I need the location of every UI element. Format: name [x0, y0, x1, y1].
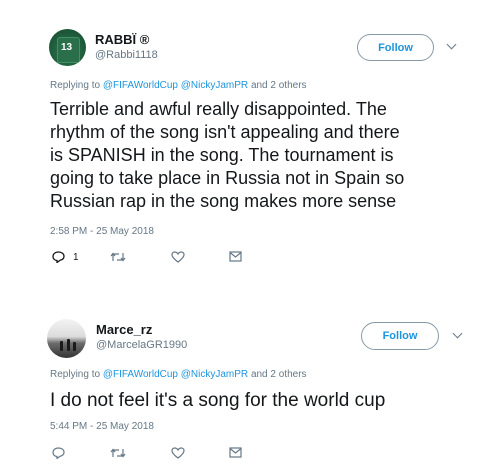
chevron-down-icon[interactable]	[446, 39, 457, 50]
retweet-icon[interactable]	[110, 447, 126, 459]
display-name[interactable]: RABBÏ ®	[95, 32, 149, 47]
tweet-text-line: Terrible and awful really disappointed. …	[50, 99, 387, 119]
mention-link[interactable]: @NickyJamPR	[181, 80, 248, 91]
retweet-icon[interactable]	[110, 251, 126, 263]
avatar[interactable]	[47, 319, 86, 358]
mention-link[interactable]: @FIFAWorldCup	[103, 369, 178, 380]
tweet-text-line: Russian rap in the song makes more sense	[50, 191, 397, 211]
like-icon[interactable]	[171, 251, 185, 263]
follow-button[interactable]: Follow	[361, 322, 439, 350]
tweet-text-line: going to take place in Russia not in Spa…	[50, 168, 405, 188]
follow-button[interactable]: Follow	[357, 34, 434, 61]
message-icon[interactable]	[229, 447, 242, 458]
reply-count: 1	[73, 252, 79, 263]
tweet-text-line: rhythm of the song isn't appealing and t…	[50, 122, 400, 142]
replying-to: Replying to @FIFAWorldCup @NickyJamPR an…	[50, 369, 307, 380]
reply-icon[interactable]	[52, 251, 65, 263]
avatar[interactable]: 13	[49, 29, 86, 66]
username[interactable]: @Rabbi1118	[95, 49, 158, 61]
jersey-number: 13	[61, 42, 73, 53]
reply-icon[interactable]	[52, 447, 65, 459]
username[interactable]: @MarcelaGR1990	[96, 339, 187, 351]
chevron-down-icon[interactable]	[452, 328, 463, 339]
replying-to: Replying to @FIFAWorldCup @NickyJamPR an…	[50, 80, 307, 91]
timestamp[interactable]: 5:44 PM - 25 May 2018	[50, 421, 154, 432]
display-name[interactable]: Marce_rz	[96, 322, 152, 337]
like-icon[interactable]	[171, 447, 185, 459]
message-icon[interactable]	[229, 251, 242, 262]
timestamp[interactable]: 2:58 PM - 25 May 2018	[50, 226, 154, 237]
mention-link[interactable]: @FIFAWorldCup	[103, 80, 178, 91]
mention-link[interactable]: @NickyJamPR	[181, 369, 248, 380]
tweet-text: Terrible and awful really disappointed. …	[50, 98, 470, 213]
tweet-text-line: is SPANISH in the song. The tournament i…	[50, 145, 394, 165]
tweet-text: I do not feel it's a song for the world …	[50, 390, 386, 411]
